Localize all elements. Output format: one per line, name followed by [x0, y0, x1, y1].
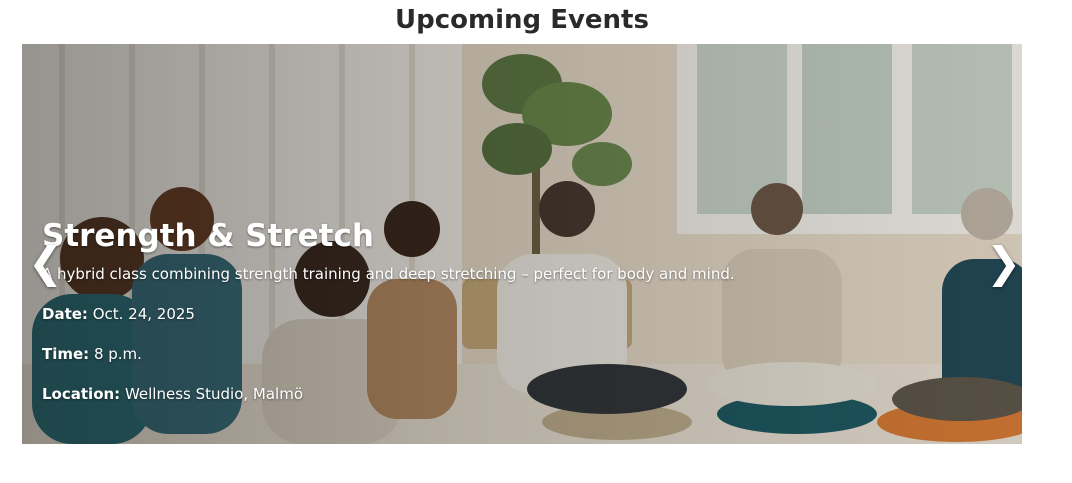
chevron-left-icon: ❮ — [28, 238, 64, 287]
slide-caption: Strength & Stretch A hybrid class combin… — [42, 216, 762, 404]
time-label: Time: — [42, 345, 90, 363]
event-location: Location: Wellness Studio, Malmö — [42, 384, 762, 404]
time-value: 8 p.m. — [89, 345, 142, 363]
carousel-next-button[interactable]: ❯ — [986, 241, 1021, 285]
event-title: Strength & Stretch — [42, 218, 374, 254]
event-date: Date: Oct. 24, 2025 — [42, 304, 762, 324]
event-carousel: Strength & Stretch A hybrid class combin… — [22, 44, 1022, 444]
chevron-right-icon: ❯ — [986, 238, 1022, 287]
page-title: Upcoming Events — [395, 5, 649, 35]
location-value: Wellness Studio, Malmö — [120, 385, 303, 403]
date-label: Date: — [42, 305, 88, 323]
carousel-prev-button[interactable]: ❮ — [28, 241, 63, 285]
event-description: A hybrid class combining strength traini… — [42, 265, 735, 283]
date-value: Oct. 24, 2025 — [87, 305, 195, 323]
event-time: Time: 8 p.m. — [42, 344, 762, 364]
location-label: Location: — [42, 385, 121, 403]
